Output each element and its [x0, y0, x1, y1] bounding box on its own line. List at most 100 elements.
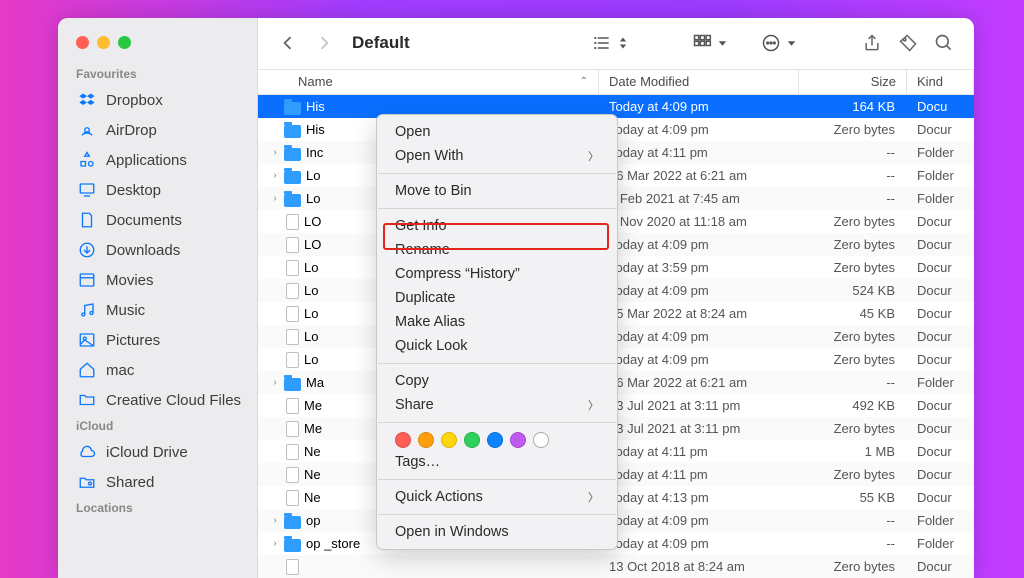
file-size: 1 MB [799, 444, 907, 459]
menu-compress[interactable]: Compress “History” [377, 262, 617, 286]
file-kind: Folder [907, 168, 974, 183]
file-kind: Docur [907, 214, 974, 229]
file-date: 6 Nov 2020 at 11:18 am [599, 214, 799, 229]
disclosure-icon[interactable]: › [268, 170, 282, 181]
file-kind: Docur [907, 306, 974, 321]
file-name: His [306, 99, 325, 114]
file-date: Today at 4:13 pm [599, 490, 799, 505]
share-button[interactable] [860, 31, 884, 55]
document-icon [286, 559, 299, 575]
table-row[interactable]: 13 Oct 2018 at 8:24 amZero bytesDocur [258, 555, 974, 578]
disclosure-icon[interactable]: › [268, 515, 282, 526]
menu-copy[interactable]: Copy [377, 369, 617, 393]
sidebar-item-label: Creative Cloud Files [106, 392, 241, 409]
cloud-icon [78, 443, 96, 461]
menu-make-alias[interactable]: Make Alias [377, 310, 617, 334]
file-name: Me [304, 398, 322, 413]
menu-rename[interactable]: Rename [377, 238, 617, 262]
apps-icon [78, 151, 96, 169]
tag-color-dot[interactable] [533, 432, 549, 448]
forward-button[interactable] [312, 31, 336, 55]
sidebar-item-label: Pictures [106, 332, 160, 349]
file-kind: Docur [907, 283, 974, 298]
menu-open-in-windows[interactable]: Open in Windows [377, 520, 617, 544]
sidebar-item[interactable]: Movies [58, 265, 257, 295]
zoom-icon[interactable] [118, 36, 131, 49]
disclosure-icon[interactable]: › [268, 147, 282, 158]
group-button[interactable] [692, 33, 727, 53]
sidebar-item[interactable]: Pictures [58, 325, 257, 355]
disclosure-icon[interactable]: › [268, 538, 282, 549]
folder-icon [284, 194, 301, 207]
document-icon [286, 421, 299, 437]
file-name: LO [304, 214, 321, 229]
file-date: 26 Mar 2022 at 6:21 am [599, 168, 799, 183]
menu-open-with[interactable]: Open With〉 [377, 144, 617, 168]
menu-quick-actions[interactable]: Quick Actions〉 [377, 485, 617, 509]
document-icon [286, 237, 299, 253]
sidebar-item[interactable]: Shared [58, 467, 257, 497]
doc-icon [78, 211, 96, 229]
header-kind[interactable]: Kind [907, 70, 974, 94]
menu-tags[interactable]: Tags… [377, 450, 617, 474]
file-name: LO [304, 237, 321, 252]
sidebar-item[interactable]: Documents [58, 205, 257, 235]
file-size: Zero bytes [799, 421, 907, 436]
document-icon [286, 214, 299, 230]
download-icon [78, 241, 96, 259]
airdrop-icon [78, 121, 96, 139]
menu-move-to-bin[interactable]: Move to Bin [377, 179, 617, 203]
file-date: Today at 4:09 pm [599, 237, 799, 252]
tag-color-dot[interactable] [510, 432, 526, 448]
tag-row [377, 428, 617, 450]
menu-open[interactable]: Open [377, 120, 617, 144]
tag-color-dot[interactable] [441, 432, 457, 448]
folder-icon [284, 171, 301, 184]
tag-color-dot[interactable] [464, 432, 480, 448]
sidebar-item[interactable]: Creative Cloud Files [58, 385, 257, 415]
menu-get-info[interactable]: Get Info [377, 214, 617, 238]
sidebar-item[interactable]: Dropbox [58, 85, 257, 115]
menu-share[interactable]: Share〉 [377, 393, 617, 417]
header-size[interactable]: Size [799, 70, 907, 94]
window-title: Default [352, 33, 410, 53]
sidebar-item[interactable]: iCloud Drive [58, 437, 257, 467]
minimize-icon[interactable] [97, 36, 110, 49]
table-row[interactable]: HisToday at 4:09 pm164 KBDocu [258, 95, 974, 118]
close-icon[interactable] [76, 36, 89, 49]
back-button[interactable] [276, 31, 300, 55]
menu-quick-look[interactable]: Quick Look [377, 334, 617, 358]
file-size: Zero bytes [799, 237, 907, 252]
disclosure-icon[interactable]: › [268, 193, 282, 204]
tag-color-dot[interactable] [395, 432, 411, 448]
desktop-icon [78, 181, 96, 199]
action-button[interactable] [761, 33, 796, 53]
folder-icon [78, 391, 96, 409]
header-date[interactable]: Date Modified [599, 70, 799, 94]
sidebar-item[interactable]: Desktop [58, 175, 257, 205]
file-size: 164 KB [799, 99, 907, 114]
file-kind: Docur [907, 490, 974, 505]
search-button[interactable] [932, 31, 956, 55]
file-size: Zero bytes [799, 352, 907, 367]
sidebar-item[interactable]: Music [58, 295, 257, 325]
header-name[interactable]: Name⌃ [258, 70, 599, 94]
file-size: 524 KB [799, 283, 907, 298]
sidebar-item-label: Dropbox [106, 92, 163, 109]
file-name: Ne [304, 467, 321, 482]
sidebar-item[interactable]: Applications [58, 145, 257, 175]
file-size: -- [799, 536, 907, 551]
sidebar-item-label: Downloads [106, 242, 180, 259]
tag-color-dot[interactable] [418, 432, 434, 448]
sidebar-item[interactable]: mac [58, 355, 257, 385]
menu-duplicate[interactable]: Duplicate [377, 286, 617, 310]
disclosure-icon[interactable]: › [268, 377, 282, 388]
view-mode-button[interactable] [592, 33, 628, 53]
file-kind: Folder [907, 191, 974, 206]
tags-button[interactable] [896, 31, 920, 55]
sidebar-item[interactable]: AirDrop [58, 115, 257, 145]
file-size: Zero bytes [799, 214, 907, 229]
sidebar-item[interactable]: Downloads [58, 235, 257, 265]
tag-color-dot[interactable] [487, 432, 503, 448]
file-date: Today at 4:09 pm [599, 352, 799, 367]
